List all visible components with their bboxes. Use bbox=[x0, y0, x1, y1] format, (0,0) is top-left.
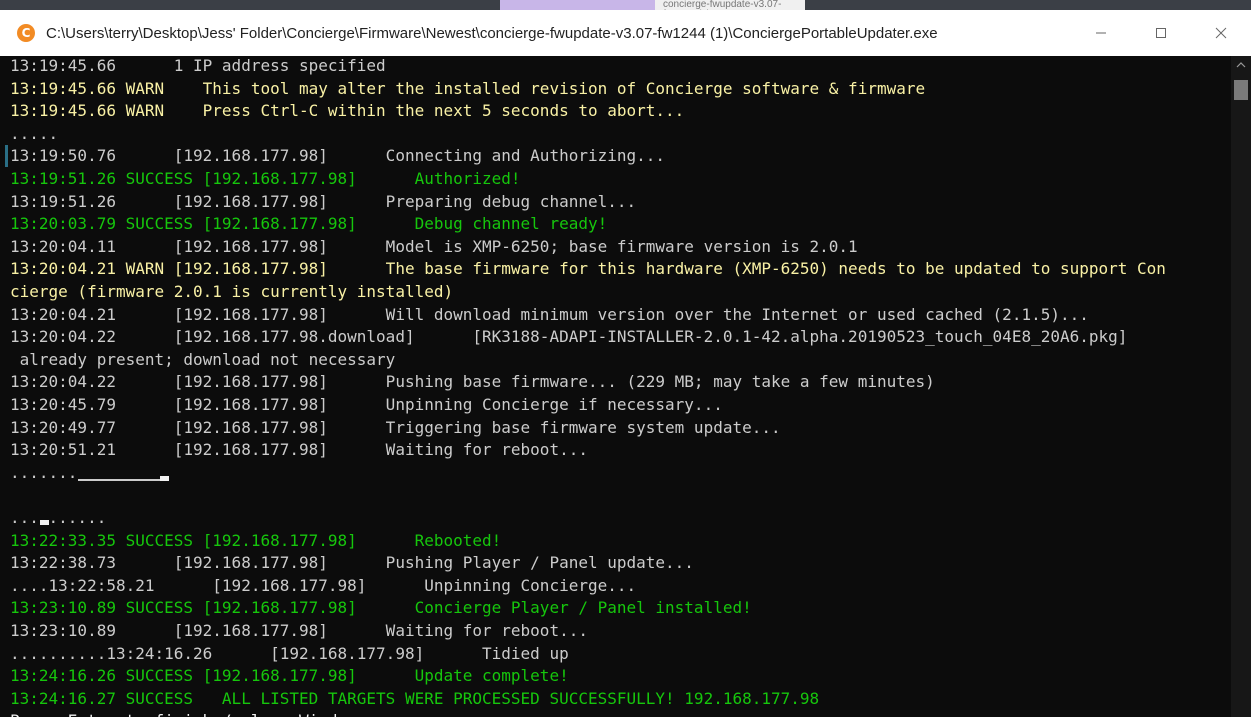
console-line: 13:20:04.22 [192.168.177.98] Pushing bas… bbox=[10, 372, 935, 392]
close-icon bbox=[1215, 27, 1227, 39]
console-line: 13:22:38.73 [192.168.177.98] Pushing Pla… bbox=[10, 553, 694, 573]
close-button[interactable] bbox=[1191, 10, 1251, 56]
console-line: Press Enter to finish / close Window bbox=[10, 710, 357, 717]
console-line: 13:23:10.89 SUCCESS [192.168.177.98] Con… bbox=[10, 598, 752, 618]
console-line: ..... bbox=[10, 123, 59, 143]
window-titlebar[interactable]: C C:\Users\terry\Desktop\Jess' Folder\Co… bbox=[0, 10, 1251, 56]
console-line: .......... bbox=[10, 508, 107, 527]
console-line: ..........13:24:16.26 [192.168.177.98] T… bbox=[10, 643, 569, 663]
text-cursor bbox=[160, 475, 169, 481]
console-line: 13:19:51.26 SUCCESS [192.168.177.98] Aut… bbox=[10, 169, 521, 188]
line-marker bbox=[5, 145, 8, 168]
scrollbar-thumb[interactable] bbox=[1234, 80, 1248, 100]
console-line: 13:19:51.26 [192.168.177.98] Preparing d… bbox=[10, 191, 637, 211]
vertical-scrollbar[interactable] bbox=[1231, 56, 1251, 717]
console-line: 13:23:10.89 [192.168.177.98] Waiting for… bbox=[10, 621, 588, 640]
console-line: cierge (firmware 2.0.1 is currently inst… bbox=[10, 282, 454, 301]
console-line: 13:19:50.76 [192.168.177.98] Connecting … bbox=[10, 146, 666, 166]
text-cursor bbox=[40, 520, 49, 525]
console-line: already present; download not necessary bbox=[10, 349, 396, 369]
maximize-icon bbox=[1156, 28, 1166, 38]
console-line: 13:22:33.35 SUCCESS [192.168.177.98] Reb… bbox=[10, 530, 502, 550]
console-line: 13:20:03.79 SUCCESS [192.168.177.98] Deb… bbox=[10, 214, 608, 234]
console-line: 13:19:45.66 1 IP address specified bbox=[10, 56, 386, 75]
minimize-icon bbox=[1096, 32, 1106, 34]
console-line: 13:20:04.21 [192.168.177.98] Will downlo… bbox=[10, 304, 1089, 324]
concierge-app-icon[interactable]: C bbox=[17, 24, 35, 42]
console-output[interactable]: 13:19:45.66 1 IP address specified 13:19:… bbox=[0, 56, 1231, 717]
console-line: 13:24:16.26 SUCCESS [192.168.177.98] Upd… bbox=[10, 666, 569, 686]
console-line: ....13:22:58.21 [192.168.177.98] Unpinni… bbox=[10, 575, 637, 595]
console-line: 13:20:51.21 [192.168.177.98] Waiting for… bbox=[10, 440, 588, 460]
console-line: 13:20:04.11 [192.168.177.98] Model is XM… bbox=[10, 236, 858, 256]
console-line: 13:19:45.66 WARN This tool may alter the… bbox=[10, 78, 926, 98]
progress-cursor-trail bbox=[78, 478, 160, 481]
console-line: ....... bbox=[10, 462, 78, 482]
chevron-up-icon bbox=[1236, 62, 1246, 68]
scroll-up-button[interactable] bbox=[1231, 56, 1251, 74]
console-line: 13:20:49.77 [192.168.177.98] Triggering … bbox=[10, 417, 781, 437]
console-line: 13:24:16.27 SUCCESS ALL LISTED TARGETS W… bbox=[10, 688, 820, 708]
console-line: 13:20:04.22 [192.168.177.98.download] [R… bbox=[10, 327, 1128, 347]
console-line: 13:20:04.21 WARN [192.168.177.98] The ba… bbox=[10, 259, 1166, 279]
window-title: C:\Users\terry\Desktop\Jess' Folder\Conc… bbox=[46, 24, 938, 42]
console-line: 13:20:45.79 [192.168.177.98] Unpinning C… bbox=[10, 395, 723, 414]
maximize-button[interactable] bbox=[1131, 10, 1191, 56]
console-line: 13:19:45.66 WARN Press Ctrl-C within the… bbox=[10, 101, 685, 121]
minimize-button[interactable] bbox=[1071, 10, 1131, 56]
